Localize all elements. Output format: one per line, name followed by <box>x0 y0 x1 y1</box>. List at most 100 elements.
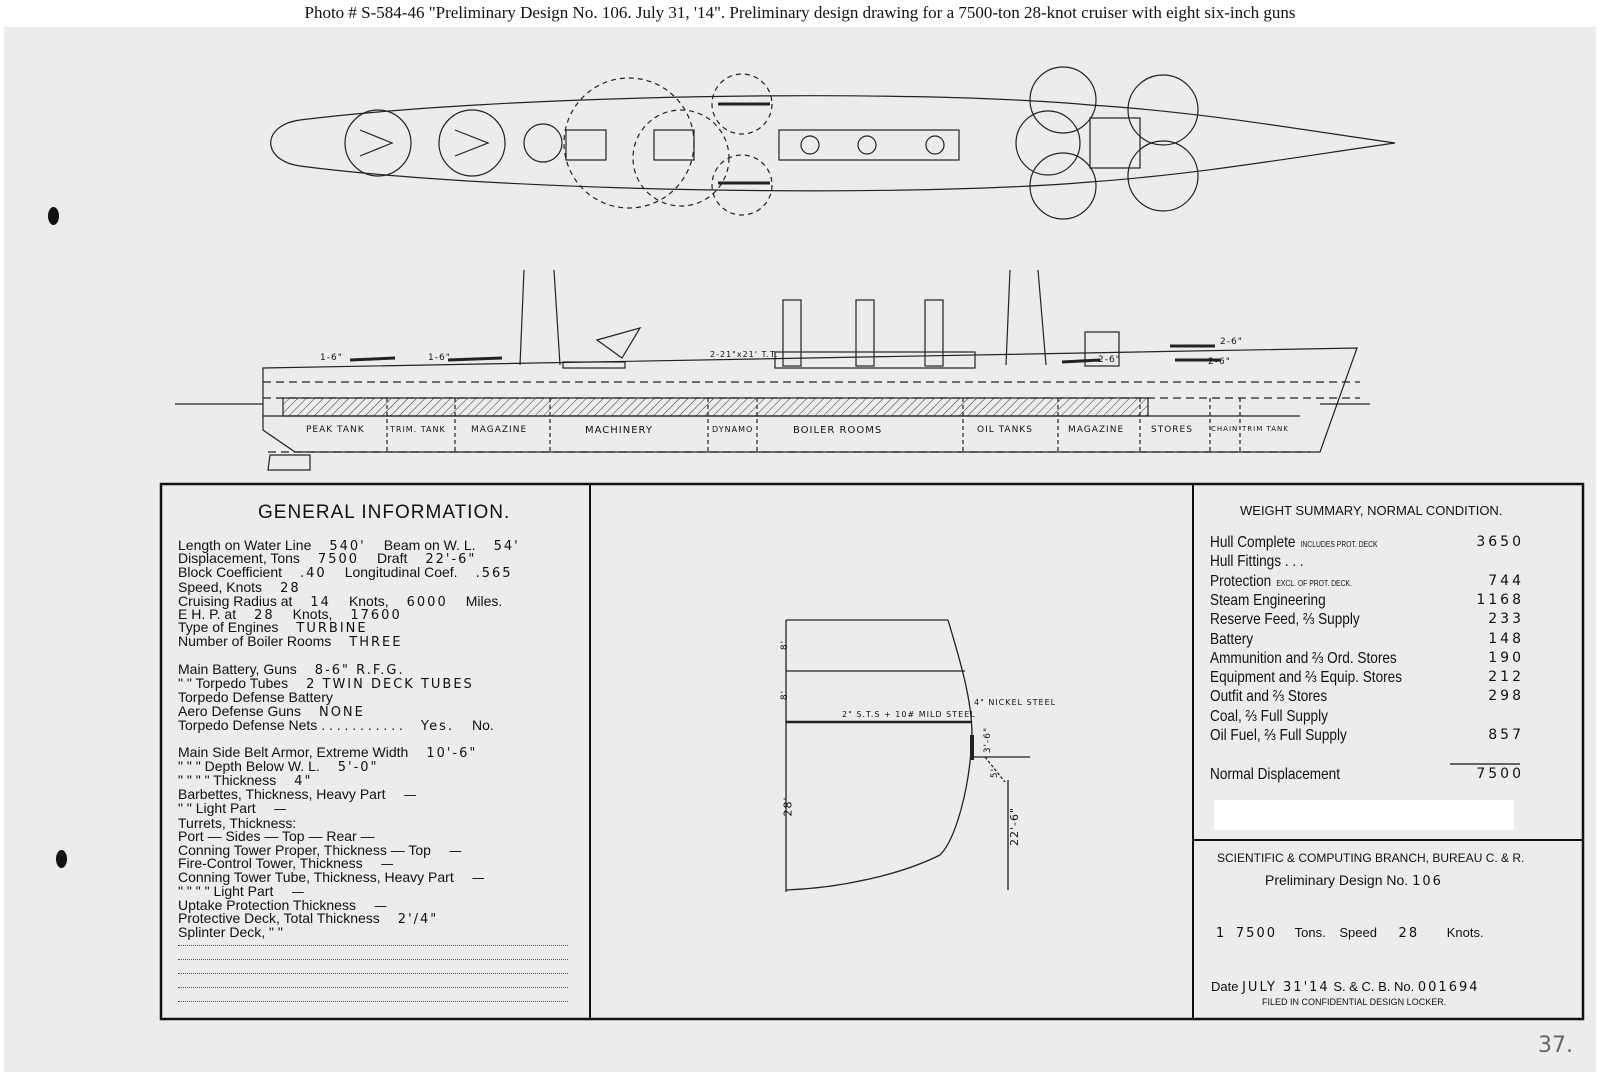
weight-row-label: Coal, ⅔ Full Supply <box>1210 708 1328 726</box>
blank-entry-line <box>178 1001 568 1002</box>
general-info-line: Number of Boiler Rooms THREE <box>178 634 402 650</box>
general-info-value2: .565 <box>475 566 513 581</box>
weight-row-text: Equipment and ⅔ Equip. Stores <box>1210 669 1403 687</box>
weight-row: Reserve Feed, ⅔ Supply 233 <box>1210 611 1528 630</box>
general-info-value: — <box>448 844 464 859</box>
weight-row-label: Hull Fittings . . . <box>1210 553 1304 571</box>
weight-row-note: EXCL. OF PROT. DECK. <box>1276 578 1352 588</box>
tons-value: 7500 <box>1235 926 1277 941</box>
weight-row-value: 190 <box>1488 649 1524 666</box>
blank-entry-line <box>178 973 568 974</box>
general-info-line: Splinter Deck, " " <box>178 925 283 939</box>
compartment-chain: CHAIN <box>1211 425 1239 433</box>
general-info-label: " " Light Part <box>178 800 256 816</box>
blank-entry-line <box>178 945 568 946</box>
weight-row-label: Steam Engineering <box>1210 592 1326 610</box>
weight-row: Ammunition and ⅔ Ord. Stores 190 <box>1210 650 1528 669</box>
weight-row: Equipment and ⅔ Equip. Stores 212 <box>1210 669 1528 688</box>
weight-row: Battery 148 <box>1210 631 1528 650</box>
label-gun-3: 2-6" <box>1220 337 1243 347</box>
weight-row-label: Battery <box>1210 631 1253 649</box>
weight-row-value: 1168 <box>1476 591 1524 608</box>
design-number-prefix: Preliminary Design No. <box>1265 872 1409 888</box>
design-number-label: Preliminary Design No. 106 <box>1265 872 1443 889</box>
weight-row-label: Protection EXCL. OF PROT. DECK. <box>1210 573 1352 591</box>
general-info-value: .40 <box>300 566 327 581</box>
knots-label: Knots. <box>1446 925 1484 940</box>
weight-row-value: 233 <box>1488 611 1524 628</box>
weight-row: Hull Complete INCLUDES PROT. DECK 3650 <box>1210 534 1528 553</box>
weight-row-text: Coal, ⅔ Full Supply <box>1210 707 1328 725</box>
weight-row-value: 298 <box>1488 688 1524 705</box>
label-gun-4: 2-6" <box>1098 355 1121 365</box>
weight-row-label: Equipment and ⅔ Equip. Stores <box>1210 669 1402 687</box>
tons-prefix: 1 <box>1216 926 1227 941</box>
date-line: Date JULY 31'14 S. & C. B. No. 001694 <box>1211 979 1480 995</box>
compartment-machinery: MACHINERY <box>585 425 653 436</box>
blank-entry-line <box>178 959 568 960</box>
weight-row-text: Battery <box>1210 630 1254 648</box>
filed-note: FILED IN CONFIDENTIAL DESIGN LOCKER. <box>1262 997 1447 1007</box>
general-info-value: 2'/4" <box>397 912 439 927</box>
dim-3ft6: 3'-6" <box>983 726 994 754</box>
general-info-line: Torpedo Defense Battery <box>178 690 333 704</box>
weight-row-note: INCLUDES PROT. DECK <box>1300 540 1378 549</box>
general-info-line: Port — Sides — Top — Rear — <box>178 829 375 843</box>
speed-label: Speed <box>1339 925 1377 940</box>
compartment-magazine-aft: MAGAZINE <box>1068 425 1125 435</box>
weight-row-label: Reserve Feed, ⅔ Supply <box>1210 611 1360 629</box>
general-info-label2: Longitudinal Coef. <box>344 564 458 580</box>
weight-row: Steam Engineering 1168 <box>1210 592 1528 611</box>
weight-row-text: Outfit and ⅔ Stores <box>1210 688 1328 706</box>
plan-view <box>270 66 1396 220</box>
weight-summary-title: WEIGHT SUMMARY, NORMAL CONDITION. <box>1240 503 1503 518</box>
weight-row: Protection EXCL. OF PROT. DECK. 744 <box>1210 573 1528 592</box>
normal-displacement-row: Normal Displacement 7500 <box>1210 766 1528 785</box>
normal-displacement-label: Normal Displacement <box>1210 766 1340 783</box>
general-info-value: 5'-0" <box>337 760 379 775</box>
general-info-value: — <box>403 788 419 803</box>
general-info-line: Torpedo Defense Nets . . . . . . . . . .… <box>178 718 494 734</box>
dim-22ft6: 22'-6" <box>1008 806 1022 847</box>
weight-row-text: Ammunition and ⅔ Ord. Stores <box>1210 649 1397 667</box>
general-info-suffix: Miles. <box>465 593 503 609</box>
label-torpedo-tubes: 2-21"x21' T.T. <box>710 350 779 359</box>
general-info-label: Splinter Deck, " " <box>178 924 283 940</box>
compartment-boiler-rooms: BOILER ROOMS <box>793 425 883 436</box>
compartment-dynamo: DYNAMO <box>712 425 754 434</box>
general-information-title: GENERAL INFORMATION. <box>258 502 511 523</box>
tons-label: Tons. <box>1294 925 1326 940</box>
profile-view <box>175 269 1370 471</box>
general-info-value: — <box>471 871 487 886</box>
blank-entry-line <box>178 987 568 988</box>
compartment-peak-tank: PEAK TANK <box>306 425 365 435</box>
weight-row-label: Ammunition and ⅔ Ord. Stores <box>1210 650 1397 668</box>
compartment-trim-tank-fwd: TRIM. TANK <box>390 425 446 434</box>
general-info-value: THREE <box>349 635 403 650</box>
design-number-value: 106 <box>1412 874 1443 889</box>
midship-section <box>785 619 1030 892</box>
weight-row-text: Reserve Feed, ⅔ Supply <box>1210 611 1360 629</box>
general-info-value2: 54' <box>493 539 520 554</box>
label-protective-deck: 2" S.T.S + 10# MILD STEEL <box>842 710 976 719</box>
label-gun-5: 2-6" <box>1208 357 1231 367</box>
weight-row-label: Outfit and ⅔ Stores <box>1210 688 1327 706</box>
weight-row: Outfit and ⅔ Stores 298 <box>1210 688 1528 707</box>
weight-row-text: Hull Fittings . . . <box>1210 553 1304 571</box>
scb-label: S. & C. B. No. <box>1333 979 1415 994</box>
general-info-value: 10'-6" <box>426 746 478 761</box>
general-info-suffix: No. <box>472 717 494 733</box>
general-info-value2: 6000 <box>406 595 448 610</box>
label-gun-2: 1-6" <box>428 353 451 363</box>
general-info-label: Torpedo Defense Nets . . . . . . . . . .… <box>178 717 403 733</box>
normal-displacement-value: 7500 <box>1476 766 1524 782</box>
weight-row-text: Steam Engineering <box>1210 591 1326 609</box>
weight-row-value: 3650 <box>1476 534 1524 550</box>
dim-8ft-upper: 8' <box>780 639 791 651</box>
label-nickel-steel: 4" NICKEL STEEL <box>974 698 1057 707</box>
weight-row-text: Oil Fuel, ⅔ Full Supply <box>1210 727 1347 744</box>
scb-number: 001694 <box>1417 980 1480 995</box>
label-gun-1: 1-6" <box>320 353 343 363</box>
weight-row-text: Protection <box>1210 572 1272 590</box>
compartment-stores: STORES <box>1151 425 1193 435</box>
